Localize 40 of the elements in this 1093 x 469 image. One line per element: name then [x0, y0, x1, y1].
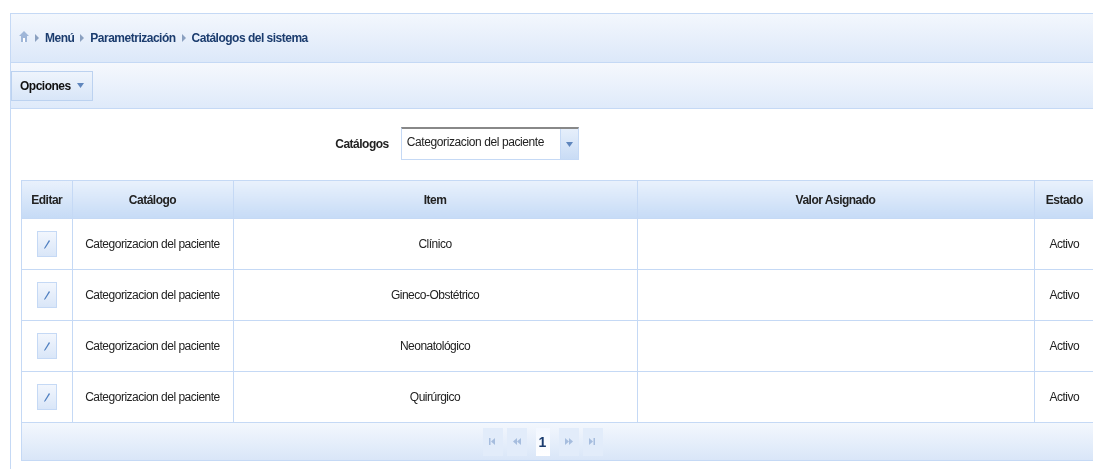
pencil-icon	[43, 341, 50, 351]
table-cell: Activo	[1034, 269, 1093, 321]
pencil-icon	[43, 392, 50, 402]
pencil-icon	[43, 239, 50, 249]
double-right-arrow-icon	[564, 438, 573, 445]
chevron-icon	[35, 34, 39, 42]
column-header: Item	[233, 181, 637, 219]
caret-icon	[565, 141, 573, 147]
column-header: Editar	[22, 181, 72, 219]
options-menu-button[interactable]: Opciones	[11, 70, 93, 101]
table-cell: Activo	[1034, 320, 1093, 372]
edit-button[interactable]	[36, 231, 57, 257]
first-page-icon	[488, 438, 497, 445]
table-cell: Categorizacion del paciente	[72, 218, 233, 270]
home-icon	[19, 31, 29, 42]
edit-button[interactable]	[36, 282, 57, 308]
column-header: Catálogo	[72, 181, 233, 219]
pencil-icon	[43, 290, 50, 300]
edit-button[interactable]	[36, 333, 57, 359]
last-page-icon	[588, 438, 597, 445]
caret-icon	[76, 83, 84, 88]
home-link[interactable]	[19, 31, 29, 45]
table-cell: Clínico	[233, 218, 637, 270]
table-cell: Categorizacion del paciente	[72, 320, 233, 372]
column-header: Estado	[1034, 181, 1093, 219]
breadcrumb-link[interactable]: Menú	[45, 31, 75, 45]
column-header: Valor Asignado	[637, 181, 1034, 219]
table-cell: Activo	[1034, 218, 1093, 270]
catalog-dropdown[interactable]: Categorizacion del paciente	[400, 127, 579, 160]
field-label: Catálogos	[335, 136, 389, 151]
chevron-icon	[181, 34, 186, 42]
page-number-button[interactable]: 1	[535, 427, 550, 456]
chevron-icon	[80, 34, 85, 42]
table-cell: Gineco-Obstétrico	[233, 269, 637, 321]
double-left-arrow-icon	[512, 438, 521, 445]
table-cell: Neonatológico	[233, 320, 637, 372]
table-cell: Categorizacion del paciente	[72, 269, 233, 321]
edit-button[interactable]	[36, 384, 57, 410]
breadcrumb-link[interactable]: Parametrización	[90, 31, 176, 45]
breadcrumb-link[interactable]: Catálogos del sistema	[191, 31, 308, 45]
